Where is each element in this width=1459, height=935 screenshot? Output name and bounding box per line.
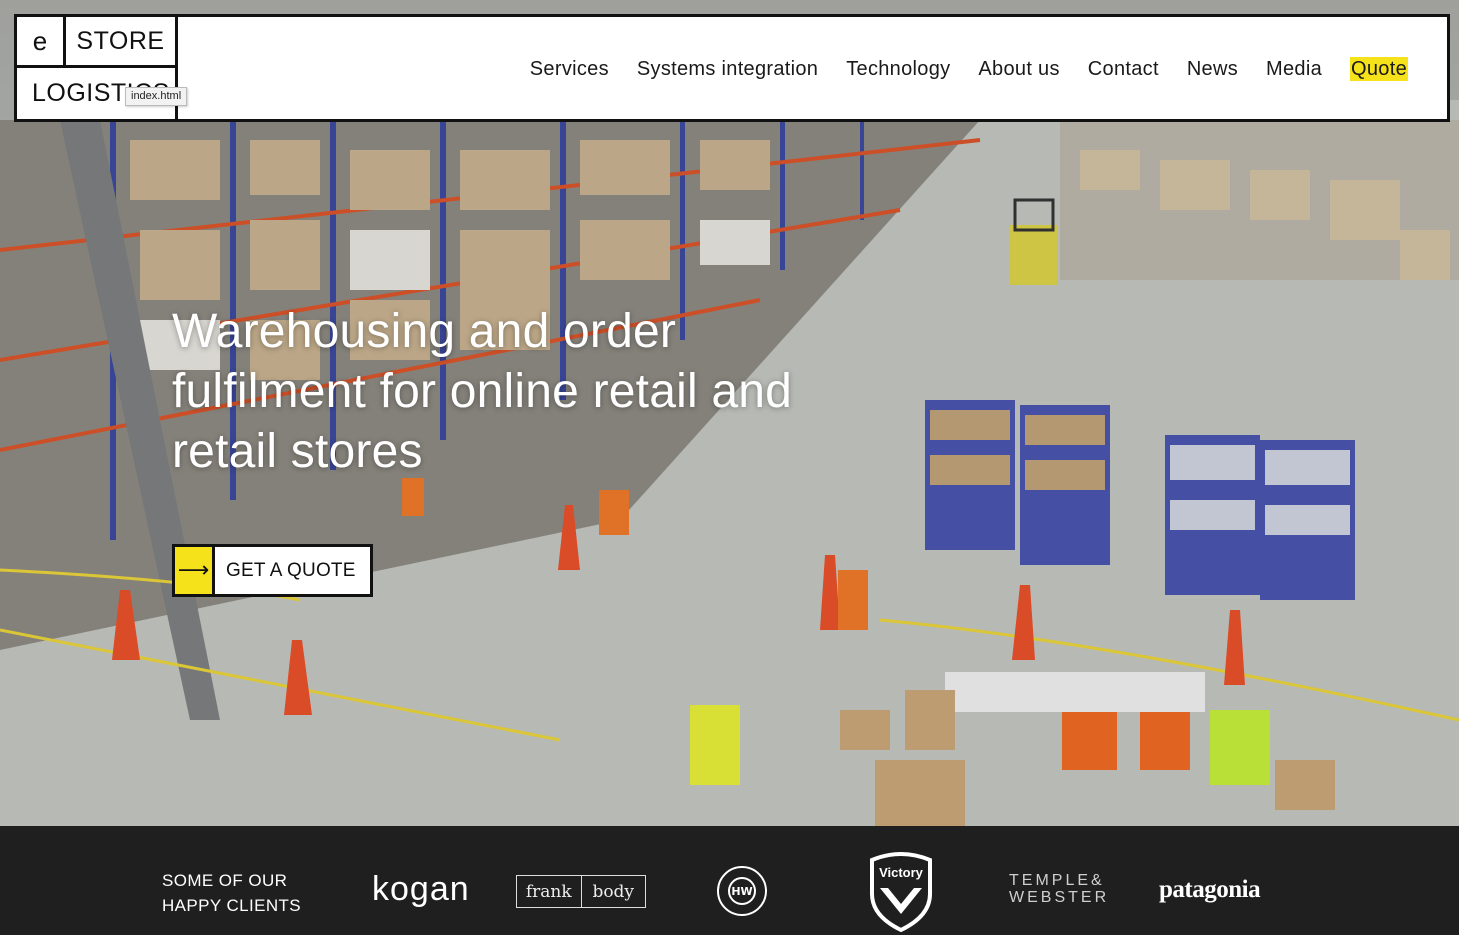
hairhouse-warehouse-logo: HW <box>717 866 767 916</box>
clients-heading-line1: SOME OF OUR <box>162 871 288 890</box>
hw-logo-mark: HW <box>728 877 756 905</box>
clients-heading-line2: HAPPY CLIENTS <box>162 896 302 915</box>
kogan-logo: kogan <box>372 870 470 908</box>
clients-heading: SOME OF OUR HAPPY CLIENTS <box>162 868 332 918</box>
get-a-quote-label: GET A QUOTE <box>226 559 356 581</box>
nav-media[interactable]: Media <box>1266 57 1322 81</box>
clients-band: SOME OF OUR HAPPY CLIENTS kogan frank bo… <box>0 826 1459 935</box>
arrow-right-icon: ⟶ <box>175 547 215 594</box>
frank-body-logo-right: body <box>592 881 635 902</box>
logo-cell-store: STORE <box>66 17 175 68</box>
victory-logo-text: Victory <box>879 865 924 880</box>
melbourne-victory-logo: Victory <box>866 850 936 933</box>
temple-logo-line2: WEBSTER <box>1009 889 1110 906</box>
link-tooltip: index.html <box>125 87 188 106</box>
get-a-quote-button[interactable]: ⟶ GET A QUOTE <box>172 544 373 597</box>
site-header: e STORE LOGISTICS Services Systems integ… <box>14 14 1450 122</box>
frank-body-logo-left: frank <box>517 876 582 907</box>
nav-quote[interactable]: Quote <box>1350 57 1408 81</box>
nav-about-us[interactable]: About us <box>978 57 1059 81</box>
logo-cell-e: e <box>17 17 66 68</box>
frank-body-logo: frank body <box>516 875 646 908</box>
nav-services[interactable]: Services <box>530 57 609 81</box>
patagonia-logo: patagonia <box>1159 876 1261 903</box>
hero-headline: Warehousing and order fulfilment for onl… <box>172 305 793 478</box>
main-nav: Services Systems integration Technology … <box>530 57 1408 81</box>
nav-contact[interactable]: Contact <box>1088 57 1159 81</box>
nav-technology[interactable]: Technology <box>846 57 950 81</box>
nav-systems-integration[interactable]: Systems integration <box>637 57 818 81</box>
temple-webster-logo: TEMPLE& WEBSTER <box>1009 872 1109 906</box>
temple-logo-line1: TEMPLE& <box>1009 872 1105 889</box>
nav-news[interactable]: News <box>1187 57 1238 81</box>
victory-shield-icon: Victory <box>870 852 932 933</box>
